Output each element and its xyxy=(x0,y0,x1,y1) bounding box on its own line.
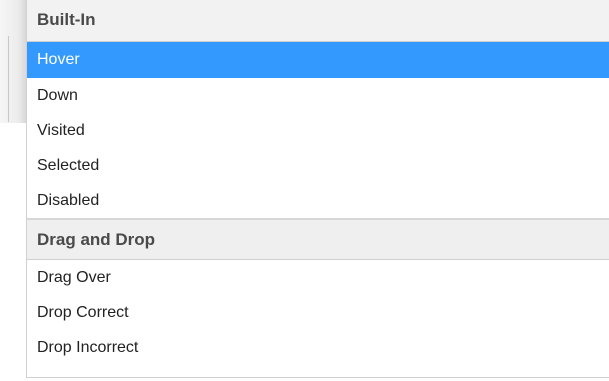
option-drop-incorrect[interactable]: Drop Incorrect xyxy=(27,330,609,365)
option-disabled[interactable]: Disabled xyxy=(27,183,609,218)
option-drop-correct[interactable]: Drop Correct xyxy=(27,295,609,330)
option-hover[interactable]: Hover xyxy=(27,42,609,78)
group-header-built-in: Built-In xyxy=(27,0,609,42)
underlying-control-divider xyxy=(8,36,9,122)
screen: Built-In Hover Down Visited Selected Dis… xyxy=(0,0,609,381)
option-selected[interactable]: Selected xyxy=(27,148,609,183)
option-drag-over[interactable]: Drag Over xyxy=(27,260,609,295)
option-down[interactable]: Down xyxy=(27,78,609,113)
state-dropdown-list[interactable]: Built-In Hover Down Visited Selected Dis… xyxy=(26,0,609,378)
group-header-drag-and-drop: Drag and Drop xyxy=(27,220,609,260)
option-visited[interactable]: Visited xyxy=(27,113,609,148)
underlying-control-edge xyxy=(0,0,26,123)
